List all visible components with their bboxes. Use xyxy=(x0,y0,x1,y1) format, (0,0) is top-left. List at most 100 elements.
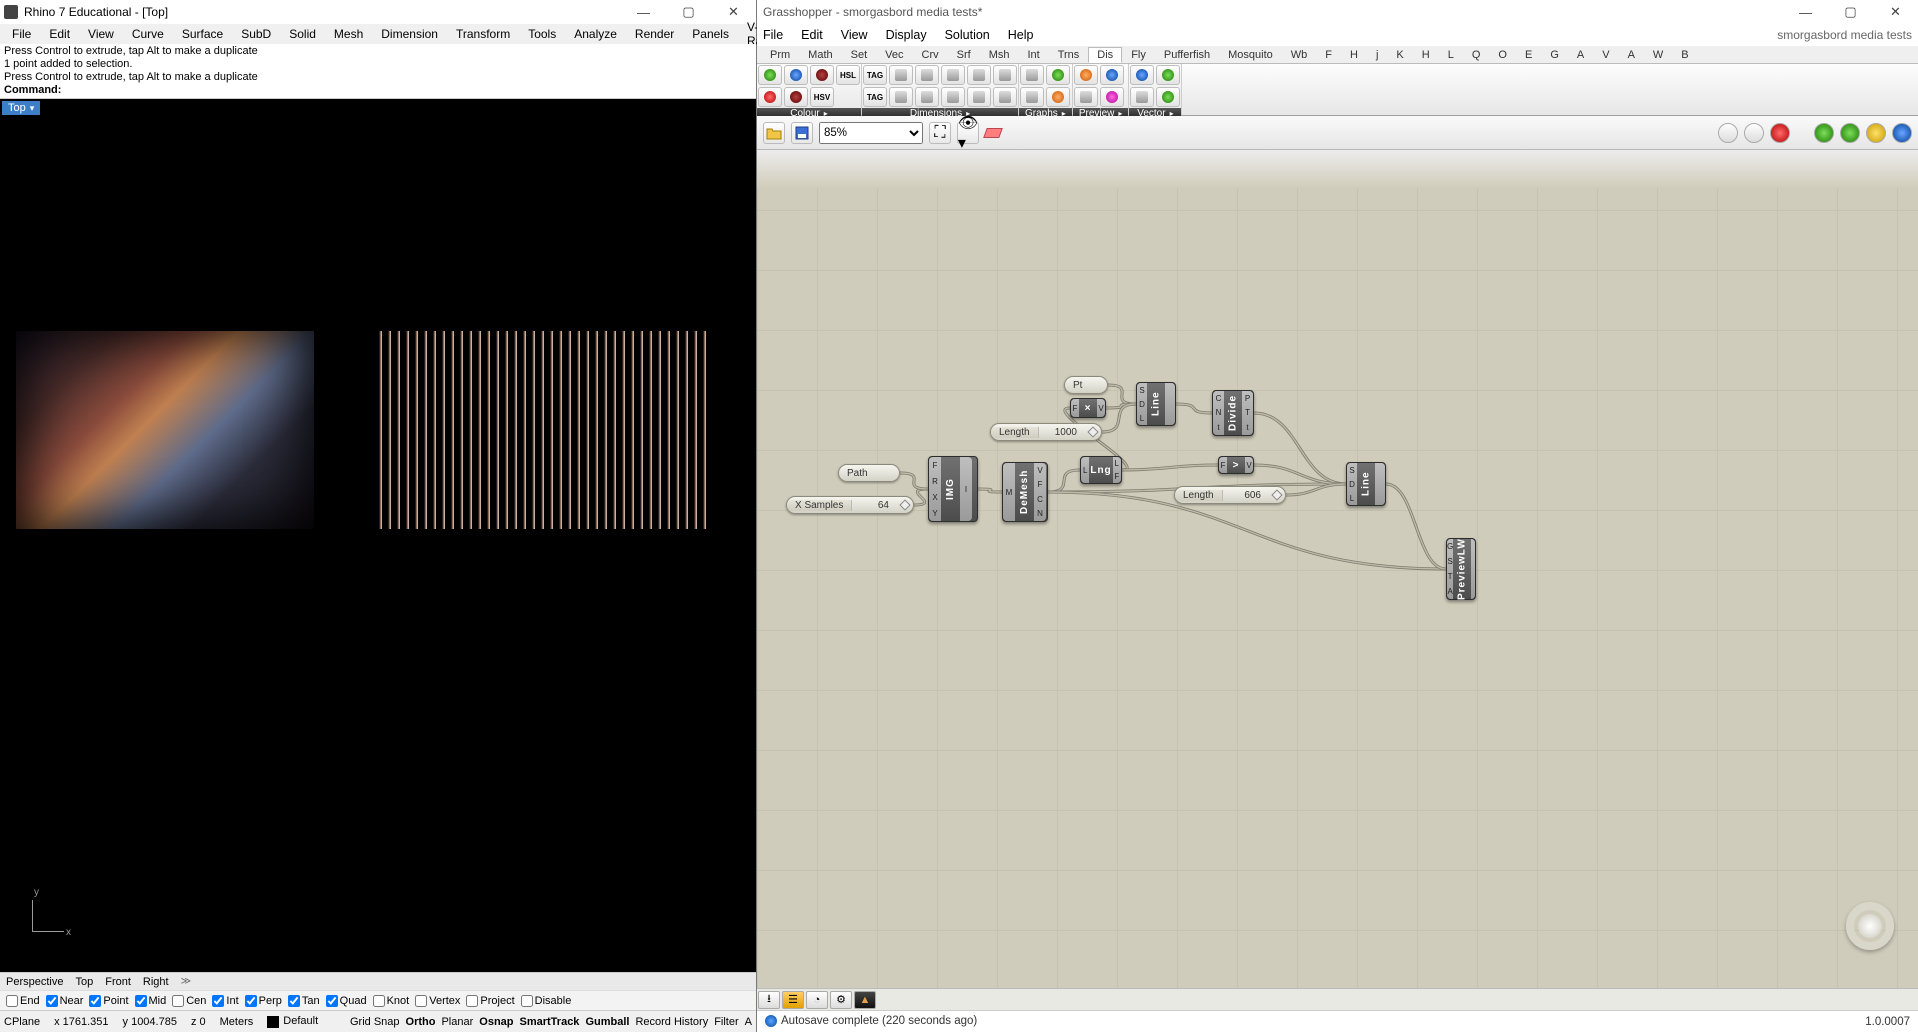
viewtab-front[interactable]: Front xyxy=(105,976,131,988)
ribbon-button[interactable] xyxy=(1074,65,1098,85)
status-toggle-a[interactable]: A xyxy=(745,1016,752,1028)
gh-tab-e[interactable]: E xyxy=(1516,47,1541,63)
chevron-down-icon[interactable]: ▾ xyxy=(30,103,35,114)
osnap-knot[interactable]: Knot xyxy=(373,995,410,1007)
rhino-menubar[interactable]: FileEditViewCurveSurfaceSubDSolidMeshDim… xyxy=(0,24,756,44)
gh-wire[interactable] xyxy=(1254,465,1346,484)
gh-wire[interactable] xyxy=(1122,465,1218,470)
gh-tab-vec[interactable]: Vec xyxy=(876,47,912,63)
osnap-checkbox[interactable] xyxy=(466,995,478,1007)
ribbon-button[interactable] xyxy=(915,87,939,107)
gh-document-name[interactable]: smorgasbord media tests xyxy=(1777,28,1912,42)
menu-subd[interactable]: SubD xyxy=(233,26,279,42)
gh-param-length2[interactable]: Length606 xyxy=(1174,486,1286,504)
gh-component-expr[interactable]: F×V xyxy=(1070,398,1106,418)
osnap-int[interactable]: Int xyxy=(212,995,238,1007)
status-toggle-recordhistory[interactable]: Record History xyxy=(635,1016,708,1028)
menu-dimension[interactable]: Dimension xyxy=(373,26,446,42)
gh-tab-wb[interactable]: Wb xyxy=(1282,47,1317,63)
osnap-vertex[interactable]: Vertex xyxy=(415,995,460,1007)
gh-tab-j[interactable]: j xyxy=(1367,47,1387,63)
gh-wire[interactable] xyxy=(1254,465,1346,484)
ribbon-button[interactable] xyxy=(1074,87,1098,107)
gh-wire[interactable] xyxy=(1254,413,1346,484)
ribbon-button[interactable] xyxy=(993,87,1017,107)
gh-menu-display[interactable]: Display xyxy=(886,28,927,42)
gh-tab-math[interactable]: Math xyxy=(799,47,841,63)
ribbon-button[interactable]: TAG xyxy=(863,65,887,85)
menu-analyze[interactable]: Analyze xyxy=(566,26,625,42)
ribbon-button[interactable] xyxy=(1130,65,1154,85)
osnap-tan[interactable]: Tan xyxy=(288,995,320,1007)
ribbon-button[interactable] xyxy=(1100,87,1124,107)
gh-component-img[interactable]: FRXYIMGI xyxy=(928,456,978,522)
gh-tab-fly[interactable]: Fly xyxy=(1122,47,1155,63)
osnap-checkbox[interactable] xyxy=(415,995,427,1007)
ribbon-button[interactable] xyxy=(784,65,808,85)
ribbon-button[interactable] xyxy=(889,65,913,85)
gh-tab-q[interactable]: Q xyxy=(1463,47,1490,63)
gh-component-line2[interactable]: SDLLine xyxy=(1346,462,1386,506)
osnap-disable[interactable]: Disable xyxy=(521,995,572,1007)
status-toggle-filter[interactable]: Filter xyxy=(714,1016,738,1028)
gh-component-lng[interactable]: LLngLF xyxy=(1080,456,1122,484)
window-close-button[interactable]: ✕ xyxy=(1873,0,1918,24)
ribbon-button[interactable] xyxy=(1130,87,1154,107)
gh-tab-a[interactable]: A xyxy=(1619,47,1644,63)
ribbon-button[interactable]: HSL xyxy=(836,65,860,85)
gh-wire[interactable] xyxy=(1106,404,1136,408)
menu-surface[interactable]: Surface xyxy=(174,26,231,42)
ribbon-button[interactable] xyxy=(1046,65,1070,85)
osnap-checkbox[interactable] xyxy=(521,995,533,1007)
gh-tab-h[interactable]: H xyxy=(1413,47,1439,63)
menu-transform[interactable]: Transform xyxy=(448,26,518,42)
gh-tab-dis[interactable]: Dis xyxy=(1088,47,1122,63)
zoom-select[interactable]: 85% xyxy=(819,122,923,144)
ribbon-button[interactable] xyxy=(915,65,939,85)
solver-pill-green[interactable] xyxy=(1814,123,1834,143)
gh-tab-pufferfish[interactable]: Pufferfish xyxy=(1155,47,1219,63)
osnap-checkbox[interactable] xyxy=(373,995,385,1007)
gh-tab-trns[interactable]: Trns xyxy=(1049,47,1089,63)
rhino-osnap-bar[interactable]: EndNearPointMidCenIntPerpTanQuadKnotVert… xyxy=(0,990,756,1010)
preview-toggle-button[interactable]: 👁▾ xyxy=(957,122,979,144)
menu-file[interactable]: File xyxy=(4,26,39,42)
menu-curve[interactable]: Curve xyxy=(124,26,172,42)
status-toggle-gridsnap[interactable]: Grid Snap xyxy=(350,1016,400,1028)
gh-category-tabs[interactable]: PrmMathSetVecCrvSrfMshIntTrnsDisFlyPuffe… xyxy=(757,46,1918,64)
menu-view[interactable]: View xyxy=(80,26,122,42)
footer-btn-4[interactable]: ⚙ xyxy=(830,991,852,1009)
status-layer[interactable]: Default xyxy=(267,1015,318,1027)
gh-tab-v[interactable]: V xyxy=(1593,47,1618,63)
viewtab-overflow-icon[interactable]: ≫ xyxy=(181,976,191,987)
gh-param-xsamples[interactable]: X Samples64 xyxy=(786,496,914,514)
footer-btn-1[interactable]: ⭳ xyxy=(758,991,780,1009)
gh-wire[interactable] xyxy=(1122,465,1218,470)
gh-footer-toolbar[interactable]: ⭳ ☰ ◔ ⚙ ▲ xyxy=(757,988,1918,1010)
osnap-point[interactable]: Point xyxy=(89,995,128,1007)
gh-tab-int[interactable]: Int xyxy=(1018,47,1048,63)
gh-tab-msh[interactable]: Msh xyxy=(980,47,1019,63)
menu-edit[interactable]: Edit xyxy=(41,26,78,42)
gh-canvas[interactable]: FRXYIMGIMDeMeshVFCNLLngLFF×VSDLLineCNtDi… xyxy=(757,150,1918,988)
gh-wire[interactable] xyxy=(1048,470,1080,492)
window-maximize-button[interactable]: ▢ xyxy=(666,0,711,24)
gh-component-demesh[interactable]: MDeMeshVFCN xyxy=(1002,462,1048,522)
viewtab-perspective[interactable]: Perspective xyxy=(6,976,63,988)
preview-off-button[interactable] xyxy=(1770,123,1790,143)
solver-pill-yellow[interactable] xyxy=(1866,123,1886,143)
gh-param-path[interactable]: Path xyxy=(838,464,900,482)
gh-wire[interactable] xyxy=(978,489,1002,492)
gh-wire[interactable] xyxy=(1286,484,1346,495)
gh-wire[interactable] xyxy=(900,473,928,489)
ribbon-button[interactable] xyxy=(758,87,782,107)
menu-mesh[interactable]: Mesh xyxy=(326,26,371,42)
ribbon-button[interactable] xyxy=(1020,87,1044,107)
footer-btn-5[interactable]: ▲ xyxy=(854,991,876,1009)
gh-param-length1[interactable]: Length1000 xyxy=(990,423,1102,441)
ribbon-button[interactable] xyxy=(1046,87,1070,107)
gh-menu-view[interactable]: View xyxy=(841,28,868,42)
gh-tab-mosquito[interactable]: Mosquito xyxy=(1219,47,1282,63)
status-toggle-planar[interactable]: Planar xyxy=(441,1016,473,1028)
gh-tab-l[interactable]: L xyxy=(1439,47,1463,63)
